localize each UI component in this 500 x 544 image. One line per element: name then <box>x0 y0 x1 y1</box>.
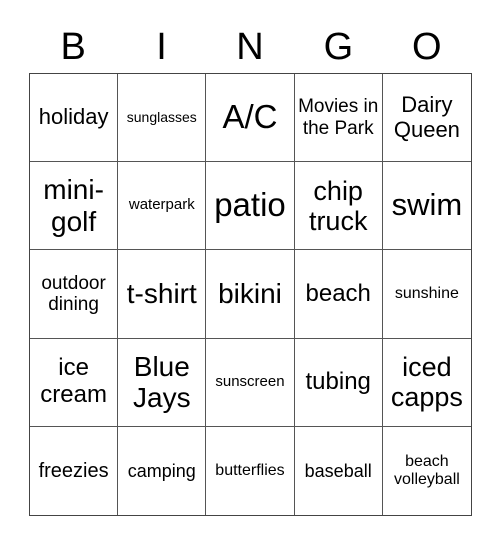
bingo-cell[interactable]: swim <box>382 162 471 251</box>
bingo-header: B I N G O <box>29 22 471 72</box>
bingo-cell[interactable]: t-shirt <box>118 250 207 339</box>
header-letter-o: O <box>411 26 442 68</box>
header-letter-g: G <box>323 26 354 68</box>
bingo-cell[interactable]: chip truck <box>294 162 383 251</box>
bingo-cell[interactable]: A/C <box>206 74 295 163</box>
bingo-cell[interactable]: sunglasses <box>118 74 207 163</box>
bingo-cell[interactable]: butterflies <box>206 426 295 515</box>
bingo-cell[interactable]: waterpark <box>118 162 207 251</box>
bingo-cell[interactable]: mini-golf <box>30 162 119 251</box>
bingo-cell[interactable]: ice cream <box>30 338 119 427</box>
bingo-cell[interactable]: sunscreen <box>206 338 295 427</box>
header-letter-i: I <box>156 26 167 68</box>
bingo-cell[interactable]: camping <box>118 426 207 515</box>
bingo-cell[interactable]: iced capps <box>382 339 471 427</box>
bingo-cell[interactable]: Dairy Queen <box>382 74 471 163</box>
bingo-cell[interactable]: tubing <box>294 338 383 427</box>
bingo-cell[interactable]: sunshine <box>382 250 471 339</box>
bingo-cell[interactable]: beach volleyball <box>383 427 471 515</box>
bingo-cell[interactable]: patio <box>206 162 295 251</box>
bingo-cell[interactable]: beach <box>294 250 383 339</box>
bingo-cell[interactable]: holiday <box>30 74 119 163</box>
bingo-cell[interactable]: outdoor dining <box>30 250 119 339</box>
bingo-cell[interactable]: baseball <box>295 426 383 515</box>
bingo-grid: holiday sunglasses A/C Movies in the Par… <box>29 73 472 516</box>
header-letter-b: B <box>60 26 86 68</box>
header-letter-n: N <box>236 26 264 68</box>
bingo-cell[interactable]: freezies <box>30 426 119 515</box>
bingo-cell[interactable]: bikini <box>206 250 295 339</box>
bingo-cell[interactable]: Movies in the Park <box>294 74 383 163</box>
bingo-cell[interactable]: Blue Jays <box>118 338 207 427</box>
